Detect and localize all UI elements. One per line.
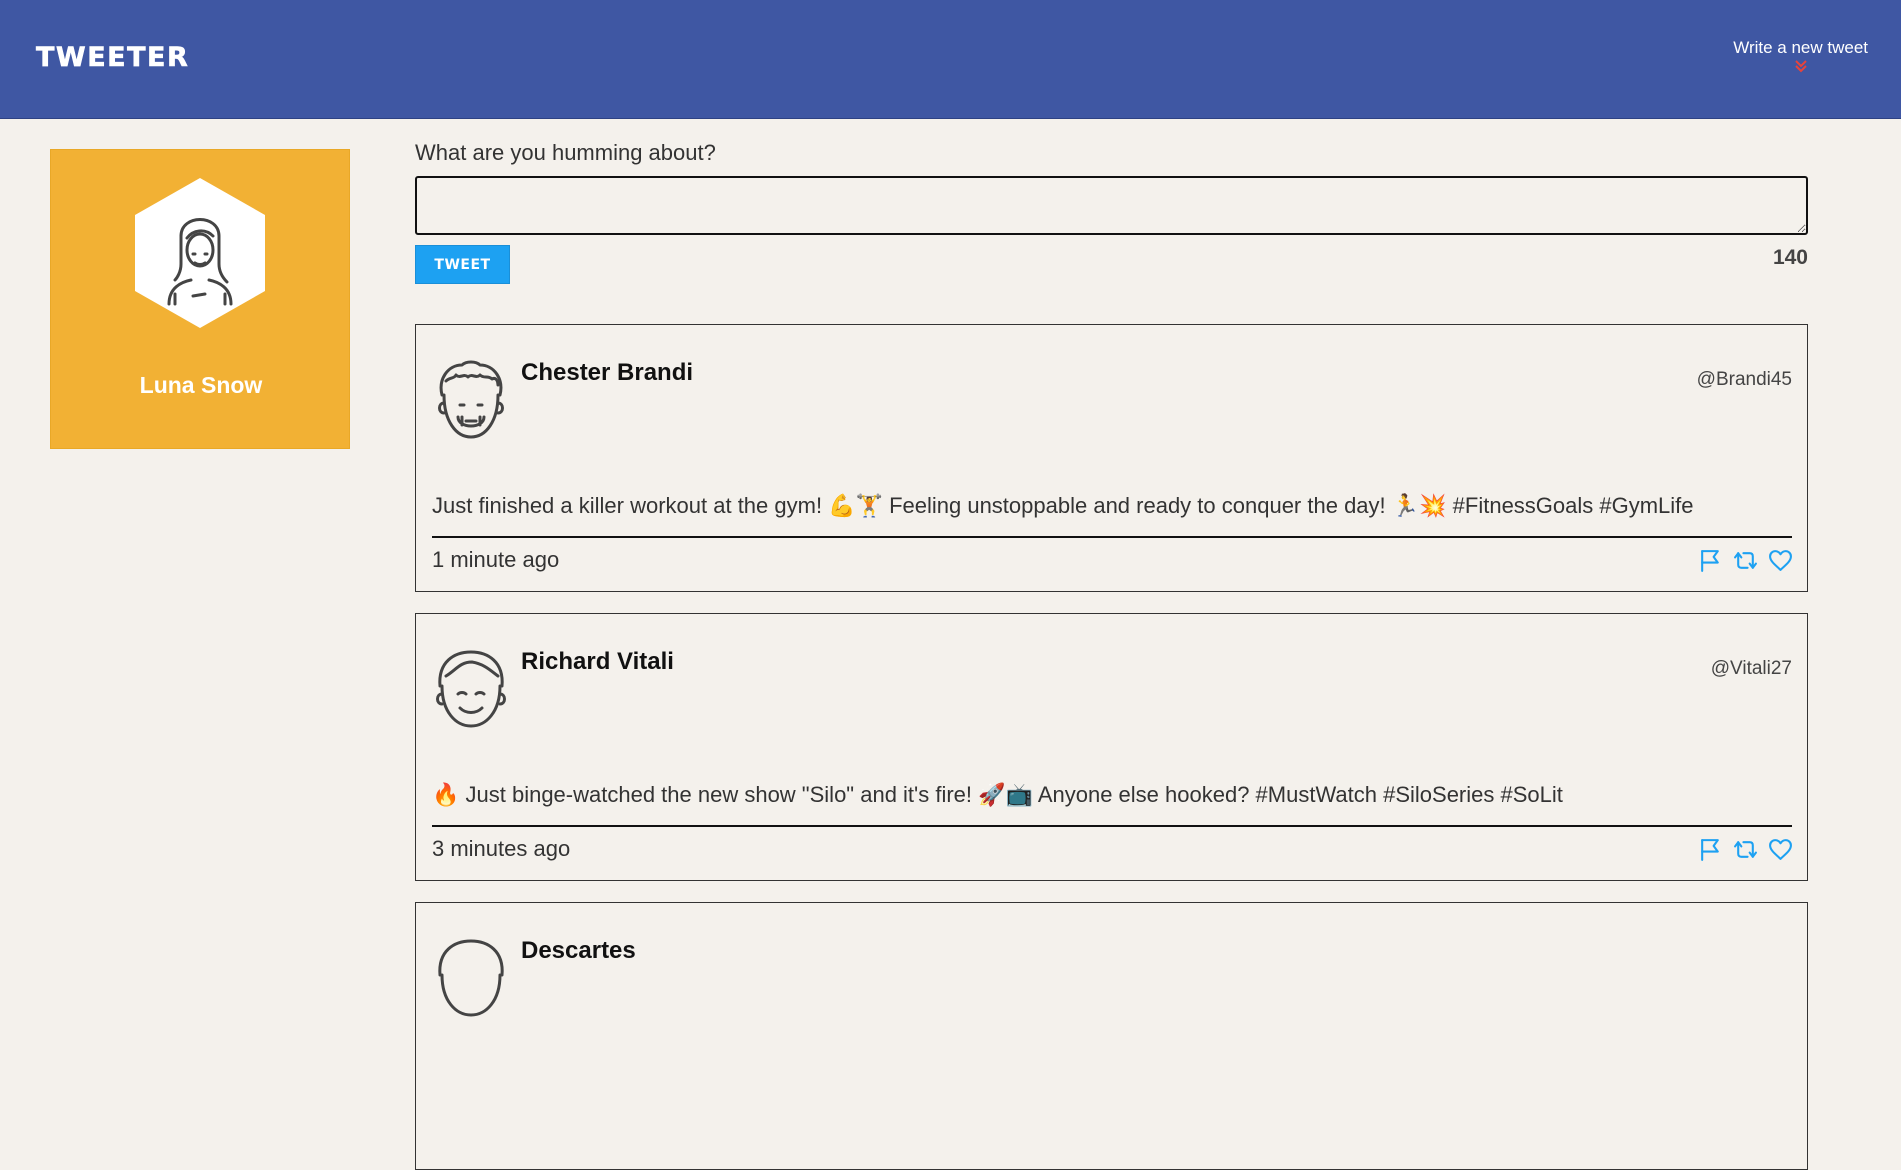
tweet-author-name[interactable]: Chester Brandi [521, 359, 693, 387]
tweet-author-name[interactable]: Richard Vitali [521, 648, 674, 676]
write-new-tweet-label[interactable]: Write a new tweet [1733, 38, 1868, 58]
tweet-card: Chester Brandi @Brandi45 Just finished a… [415, 324, 1808, 592]
flag-icon[interactable] [1698, 548, 1723, 573]
man-avatar-icon [438, 939, 504, 1017]
tweet-card: Richard Vitali @Vitali27 🔥 Just binge-wa… [415, 613, 1808, 881]
tweet-text: Just finished a killer workout at the gy… [432, 493, 1694, 518]
curly-haired-man-avatar-icon [438, 360, 504, 439]
tweet-actions [1698, 547, 1793, 573]
heart-icon[interactable] [1768, 837, 1793, 862]
tweet-author-name[interactable]: Descartes [521, 937, 636, 965]
tweet-divider [432, 825, 1792, 827]
tweet-author-handle[interactable]: @Brandi45 [1697, 369, 1792, 391]
tweet-timestamp: 1 minute ago [432, 547, 560, 572]
tweet-divider [432, 536, 1792, 538]
retweet-icon[interactable] [1733, 837, 1758, 862]
tweet-author-handle[interactable]: @Vitali27 [1711, 658, 1792, 680]
tweet-textarea[interactable] [415, 176, 1808, 235]
retweet-icon[interactable] [1733, 548, 1758, 573]
flag-icon[interactable] [1698, 837, 1723, 862]
tweet-timestamp: 3 minutes ago [432, 836, 571, 861]
tweet-card: Descartes [415, 902, 1808, 1170]
write-new-tweet-toggle[interactable]: Write a new tweet [1733, 38, 1868, 74]
compose-label: What are you humming about? [415, 140, 716, 165]
woman-avatar-icon [135, 178, 265, 328]
character-counter: 140 [1772, 246, 1808, 269]
tweet-button[interactable]: TWEET [415, 245, 510, 284]
tweet-text: 🔥 Just binge-watched the new show "Silo"… [432, 782, 1563, 807]
top-navbar: TWEETER Write a new tweet [0, 0, 1901, 119]
brand-logo[interactable]: TWEETER [36, 42, 189, 74]
heart-icon[interactable] [1768, 548, 1793, 573]
profile-card: Luna Snow [50, 149, 350, 449]
profile-name: Luna Snow [139, 372, 263, 398]
smiling-man-avatar-icon [436, 650, 506, 728]
tweet-actions [1698, 836, 1793, 862]
double-chevron-down-icon[interactable] [1793, 58, 1809, 74]
